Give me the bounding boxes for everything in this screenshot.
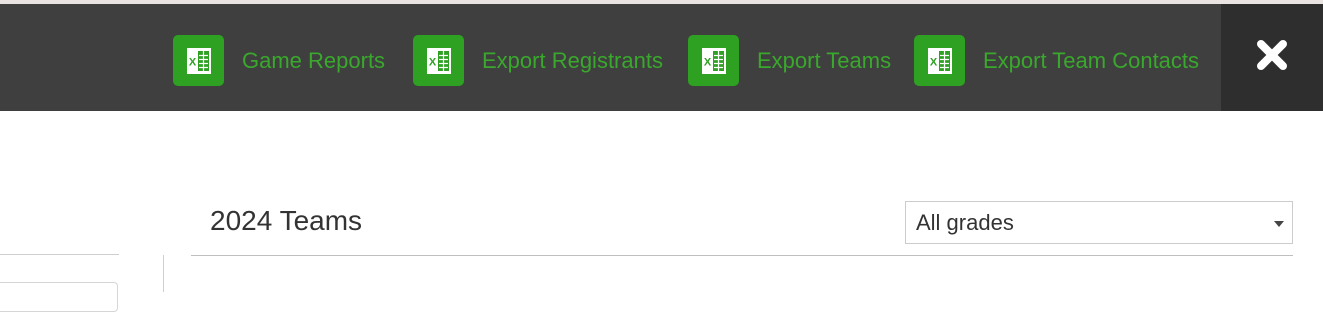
excel-icon: X [688, 35, 739, 86]
excel-icon: X [413, 35, 464, 86]
chevron-down-icon [1274, 221, 1284, 227]
export-toolbar: X Game Reports X Export Registrants X Ex… [0, 4, 1323, 111]
close-x-icon [1255, 38, 1289, 77]
column-separator [163, 255, 164, 292]
export-teams-label: Export Teams [757, 47, 892, 73]
close-button[interactable] [1221, 4, 1323, 111]
export-registrants-button[interactable]: X Export Registrants [413, 35, 663, 86]
excel-icon: X [173, 35, 224, 86]
svg-text:X: X [929, 56, 937, 68]
game-reports-button[interactable]: X Game Reports [173, 35, 385, 86]
sidebar-divider [0, 254, 119, 255]
export-team-contacts-button[interactable]: X Export Team Contacts [914, 35, 1199, 86]
page-title: 2024 Teams [210, 205, 363, 236]
sidebar-card [0, 282, 118, 312]
svg-text:X: X [703, 56, 711, 68]
svg-text:X: X [188, 56, 196, 68]
export-team-contacts-label: Export Team Contacts [983, 47, 1200, 73]
grade-filter-select[interactable]: All grades [905, 201, 1293, 244]
title-divider [191, 255, 1293, 256]
export-registrants-label: Export Registrants [482, 47, 663, 73]
game-reports-label: Game Reports [242, 47, 386, 73]
grade-filter-value: All grades [916, 209, 1014, 235]
svg-text:X: X [428, 56, 436, 68]
export-teams-button[interactable]: X Export Teams [688, 35, 891, 86]
excel-icon: X [914, 35, 965, 86]
